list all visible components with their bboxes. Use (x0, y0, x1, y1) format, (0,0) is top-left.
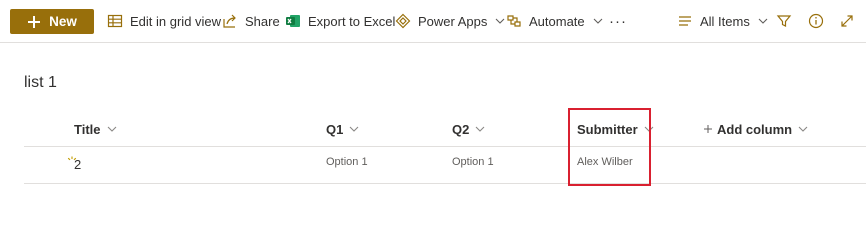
share-button[interactable]: Share (221, 0, 280, 42)
chevron-down-icon (349, 124, 359, 134)
view-lines-icon (676, 12, 694, 30)
row-q1-value: Option 1 (326, 156, 368, 168)
more-options-label: ··· (609, 12, 627, 30)
share-label: Share (245, 13, 280, 29)
header-divider (24, 146, 866, 147)
automate-label: Automate (529, 13, 585, 29)
export-to-excel-label: Export to Excel (308, 13, 396, 29)
command-bar: New Edit in grid view Share Export to Ex… (0, 0, 866, 43)
column-header-label: Q1 (326, 121, 344, 137)
column-header-label: Q2 (452, 121, 470, 137)
new-button[interactable]: New (10, 9, 94, 34)
plus-icon (703, 124, 713, 134)
chevron-down-icon (495, 16, 505, 26)
chevron-down-icon (475, 124, 485, 134)
edit-in-grid-view-button[interactable]: Edit in grid view (106, 0, 221, 42)
chevron-down-icon (758, 16, 768, 26)
add-column-button[interactable]: Add column (703, 120, 808, 138)
export-to-excel-button[interactable]: Export to Excel (284, 0, 395, 42)
row-divider (24, 183, 866, 184)
row-title-link[interactable]: 2 (74, 157, 81, 172)
new-button-label: New (49, 14, 77, 29)
power-apps-label: Power Apps (418, 13, 488, 29)
list-title: list 1 (24, 74, 57, 91)
add-column-label: Add column (717, 121, 793, 137)
column-header-title[interactable]: Title (74, 120, 117, 138)
expand-icon[interactable] (838, 12, 856, 30)
excel-icon (284, 12, 302, 30)
power-apps-icon (394, 12, 412, 30)
column-header-q1[interactable]: Q1 (326, 120, 359, 138)
column-header-label: Title (74, 121, 101, 137)
grid-icon (106, 12, 124, 30)
automate-icon (505, 12, 523, 30)
column-header-q2[interactable]: Q2 (452, 120, 485, 138)
share-icon (221, 12, 239, 30)
chevron-down-icon (107, 124, 117, 134)
chevron-down-icon (593, 16, 603, 26)
power-apps-menu[interactable]: Power Apps (394, 0, 505, 42)
edit-in-grid-view-label: Edit in grid view (130, 13, 222, 29)
submitter-highlight-box (568, 108, 651, 186)
row-q2-value: Option 1 (452, 156, 494, 168)
chevron-down-icon (798, 124, 808, 134)
plus-icon (27, 15, 41, 29)
filter-icon[interactable] (775, 12, 793, 30)
automate-menu[interactable]: Automate (505, 0, 603, 42)
more-options-button[interactable]: ··· (609, 0, 627, 42)
info-icon[interactable] (807, 12, 825, 30)
view-label: All Items (700, 13, 750, 29)
view-selector[interactable]: All Items (676, 0, 768, 42)
